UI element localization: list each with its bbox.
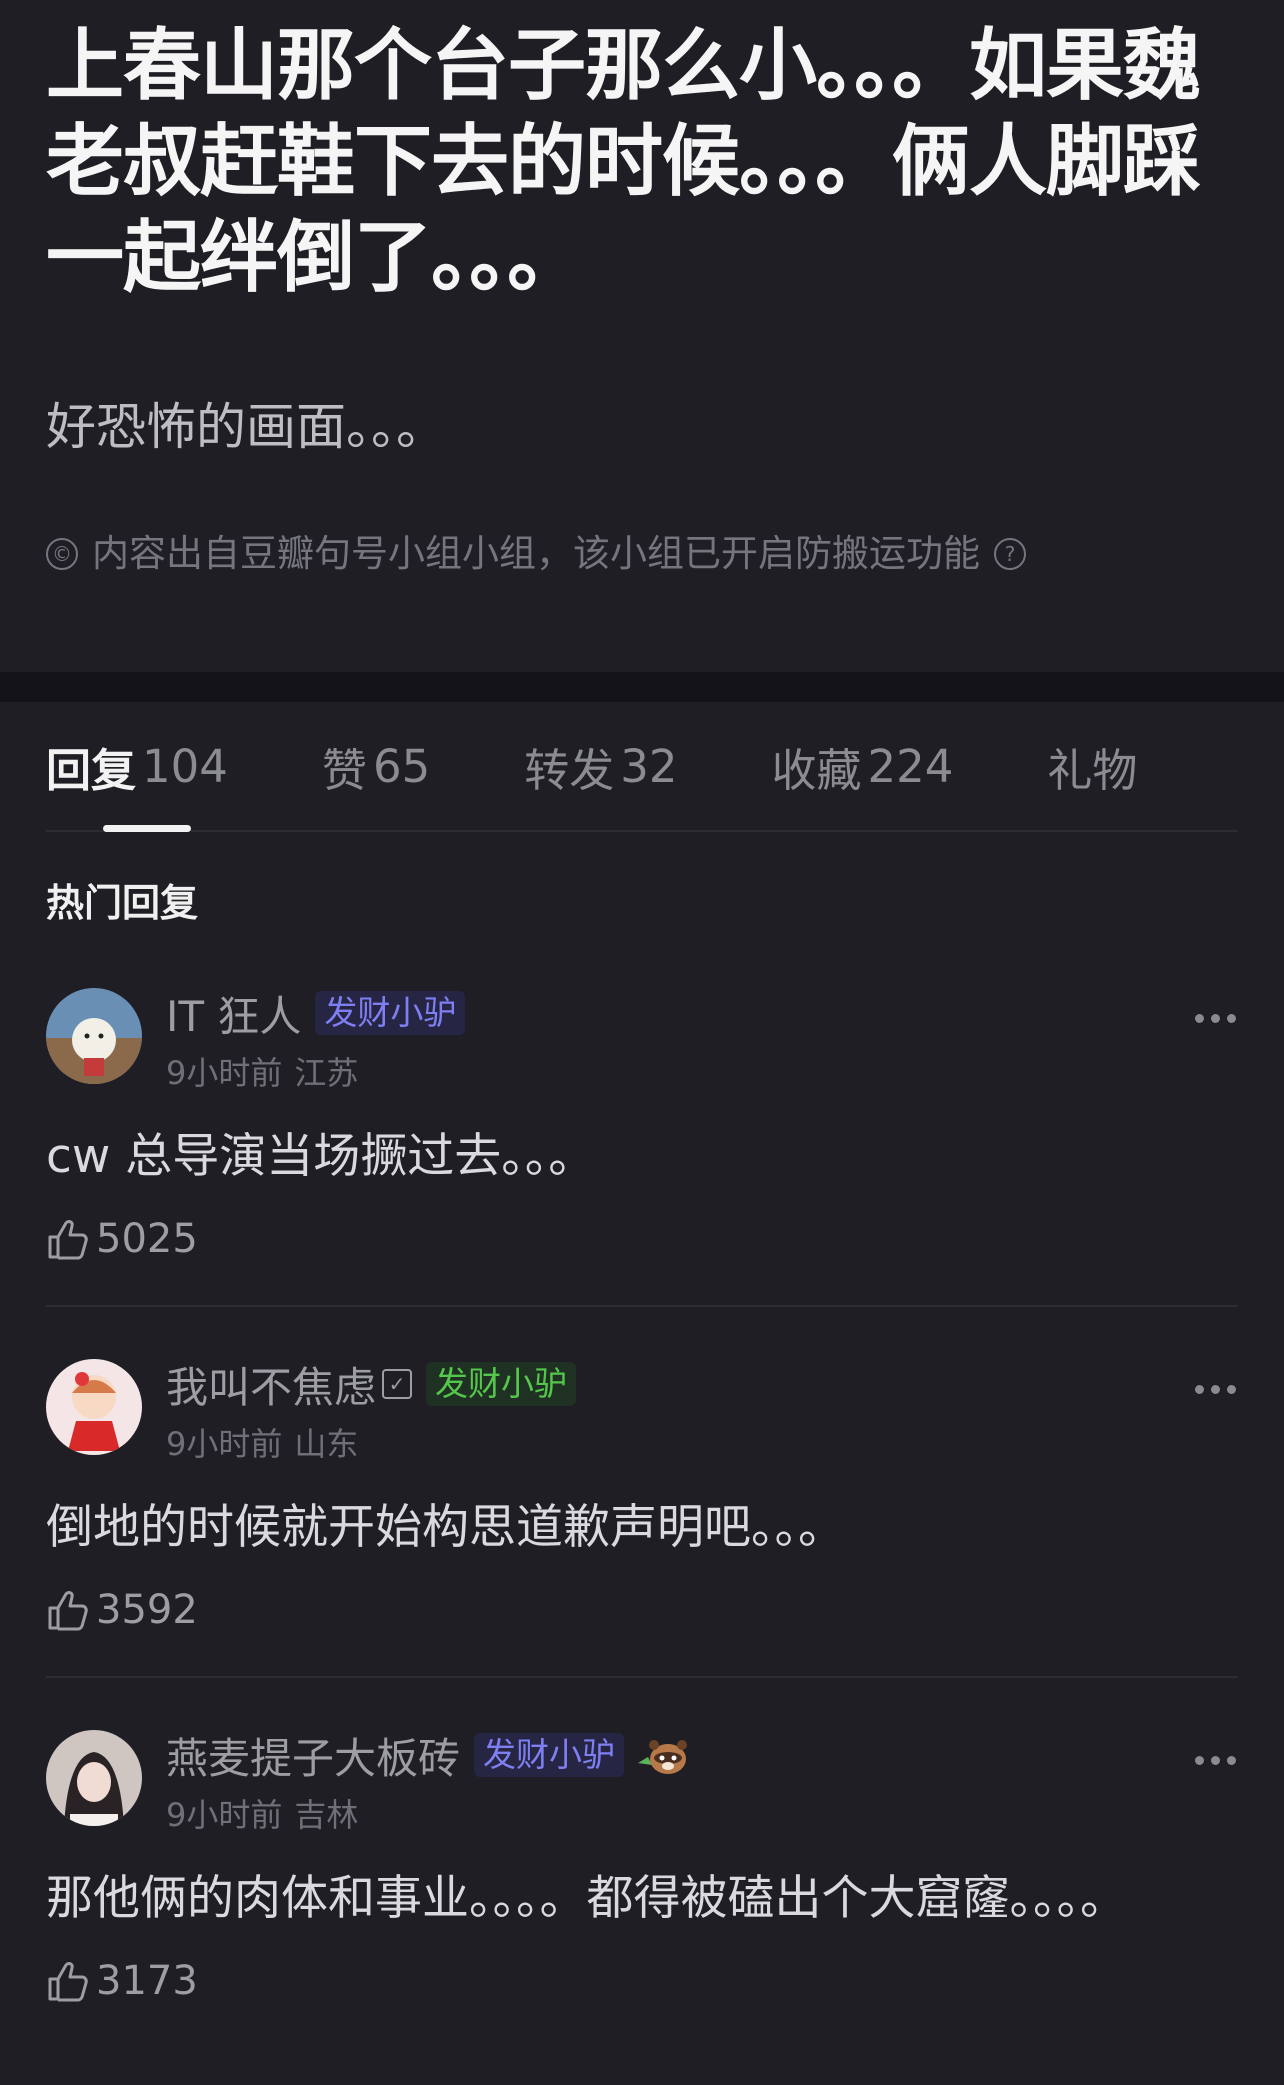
comment-meta: 9小时前 吉林 bbox=[166, 1790, 690, 1836]
comment-text: 倒地的时候就开始构思道歉声明吧。。。 bbox=[46, 1500, 845, 1555]
comment-meta: 9小时前 山东 bbox=[166, 1419, 576, 1465]
like-count: 3592 bbox=[96, 1587, 198, 1633]
avatar[interactable] bbox=[46, 1359, 142, 1455]
copyright-notice: © 内容出自豆瓣句号小组小组，该小组已开启防搬运功能 ? bbox=[46, 530, 1238, 578]
verified-icon: ✓ bbox=[382, 1369, 413, 1399]
comment-location: 江苏 bbox=[294, 1054, 359, 1092]
username[interactable]: IT 狂人 bbox=[166, 983, 301, 1044]
username[interactable]: 燕麦提子大板砖 bbox=[166, 1725, 460, 1786]
more-options-icon[interactable] bbox=[1195, 1014, 1236, 1023]
raccoon-sticker-icon bbox=[638, 1740, 688, 1774]
avatar[interactable] bbox=[46, 1730, 142, 1826]
tab-likes[interactable]: 赞 65 bbox=[322, 701, 430, 831]
tab-gifts[interactable]: 礼物 bbox=[1047, 701, 1137, 831]
avatar[interactable] bbox=[46, 988, 142, 1084]
thumbs-up-icon bbox=[48, 1591, 88, 1631]
more-options-icon[interactable] bbox=[1195, 1385, 1236, 1394]
comment-location: 吉林 bbox=[294, 1796, 359, 1834]
post-title: 上春山那个台子那么小。。。如果魏老叔赶鞋下去的时候。。。俩人脚踩一起绊倒了。。。 bbox=[46, 21, 1201, 303]
like-button[interactable]: 3173 bbox=[46, 1945, 1238, 2047]
thumbs-up-icon bbox=[48, 1962, 88, 2002]
comment-text: cw 总导演当场撅过去。。。 bbox=[46, 1129, 596, 1184]
comment-item: 燕麦提子大板砖 发财小驴 9小时前 吉林 那他俩的肉体和事业。。。。都得被磕出个… bbox=[46, 1678, 1238, 2047]
comment-time: 9小时前 bbox=[166, 1425, 283, 1463]
tab-reposts[interactable]: 转发 32 bbox=[524, 701, 677, 831]
copyright-text: 内容出自豆瓣句号小组小组，该小组已开启防搬运功能 bbox=[92, 532, 980, 575]
section-divider bbox=[0, 672, 1284, 702]
comment-time: 9小时前 bbox=[166, 1796, 283, 1834]
comment-item: 我叫不焦虑 ✓ 发财小驴 9小时前 山东 倒地的时候就开始构思道歉声明吧。。。 3… bbox=[46, 1307, 1238, 1678]
comment-item: IT 狂人 发财小驴 9小时前 江苏 cw 总导演当场撅过去。。。 5025 bbox=[46, 936, 1238, 1307]
thumbs-up-icon bbox=[48, 1220, 88, 1260]
tab-replies[interactable]: 回复 104 bbox=[46, 701, 228, 831]
username[interactable]: 我叫不焦虑 bbox=[166, 1354, 376, 1415]
copyright-icon: © bbox=[46, 538, 78, 570]
hot-replies-heading: 热门回复 bbox=[46, 881, 199, 925]
more-options-icon[interactable] bbox=[1195, 1756, 1236, 1765]
post-body: 好恐怖的画面。。。 bbox=[46, 398, 446, 456]
like-count: 5025 bbox=[96, 1216, 198, 1262]
comment-text: 那他俩的肉体和事业。。。。都得被磕出个大窟窿。。。。 bbox=[46, 1871, 1127, 1926]
like-button[interactable]: 5025 bbox=[46, 1203, 1238, 1305]
help-icon[interactable]: ? bbox=[994, 538, 1026, 570]
tab-favorites[interactable]: 收藏 224 bbox=[771, 701, 953, 831]
comment-location: 山东 bbox=[294, 1425, 359, 1463]
like-count: 3173 bbox=[96, 1958, 198, 2004]
comment-meta: 9小时前 江苏 bbox=[166, 1048, 465, 1094]
interaction-tabs: 回复 104 赞 65 转发 32 收藏 224 礼物 bbox=[46, 702, 1238, 832]
comment-list: IT 狂人 发财小驴 9小时前 江苏 cw 总导演当场撅过去。。。 5025 我… bbox=[0, 936, 1284, 2047]
user-badge: 发财小驴 bbox=[474, 1733, 625, 1777]
post-detail-page: 上春山那个台子那么小。。。如果魏老叔赶鞋下去的时候。。。俩人脚踩一起绊倒了。。。… bbox=[0, 0, 1284, 2085]
post-content: 上春山那个台子那么小。。。如果魏老叔赶鞋下去的时候。。。俩人脚踩一起绊倒了。。。… bbox=[0, 0, 1284, 672]
user-badge: 发财小驴 bbox=[315, 991, 466, 1035]
like-button[interactable]: 3592 bbox=[46, 1574, 1238, 1676]
user-badge: 发财小驴 bbox=[426, 1362, 577, 1406]
comment-time: 9小时前 bbox=[166, 1054, 283, 1092]
active-tab-indicator bbox=[103, 825, 191, 832]
